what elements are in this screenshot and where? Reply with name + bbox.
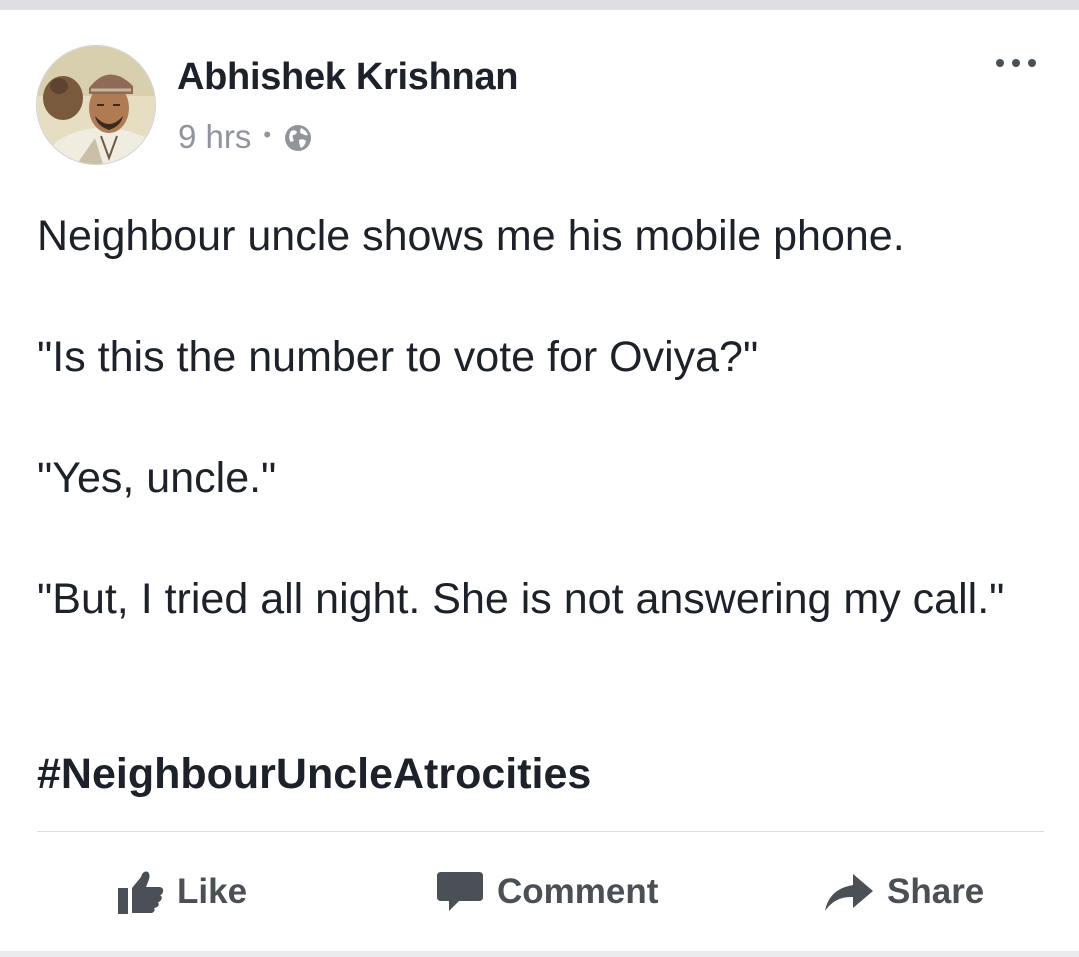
post-body: Neighbour uncle shows me his mobile phon… bbox=[37, 206, 1037, 630]
hashtag-link[interactable]: #NeighbourUncleAtrocities bbox=[37, 750, 591, 799]
post-paragraph: "But, I tried all night. She is not answ… bbox=[37, 575, 1005, 623]
post-meta: 9 hrs • bbox=[178, 117, 313, 157]
thumbs-up-icon bbox=[117, 869, 165, 915]
like-button[interactable]: Like bbox=[117, 862, 247, 922]
post-paragraph: Neighbour uncle shows me his mobile phon… bbox=[37, 212, 905, 260]
share-arrow-icon bbox=[823, 869, 875, 915]
bottom-separator bbox=[0, 951, 1079, 957]
comment-button[interactable]: Comment bbox=[435, 862, 658, 922]
avatar[interactable] bbox=[37, 46, 155, 164]
timestamp[interactable]: 9 hrs bbox=[178, 118, 251, 156]
like-label: Like bbox=[177, 872, 248, 911]
divider bbox=[37, 831, 1044, 832]
share-button[interactable]: Share bbox=[823, 862, 984, 922]
speech-bubble-icon bbox=[435, 869, 485, 915]
author-name[interactable]: Abhishek Krishnan bbox=[177, 56, 518, 99]
meta-separator: • bbox=[263, 122, 272, 147]
more-options-icon[interactable] bbox=[996, 52, 1036, 74]
comment-label: Comment bbox=[497, 872, 659, 911]
post-paragraph: "Is this the number to vote for Oviya?" bbox=[37, 333, 759, 381]
avatar-photo bbox=[37, 46, 155, 164]
top-separator bbox=[0, 0, 1079, 10]
share-label: Share bbox=[887, 872, 985, 911]
post-paragraph: "Yes, uncle." bbox=[37, 454, 277, 502]
globe-icon[interactable] bbox=[283, 123, 313, 153]
